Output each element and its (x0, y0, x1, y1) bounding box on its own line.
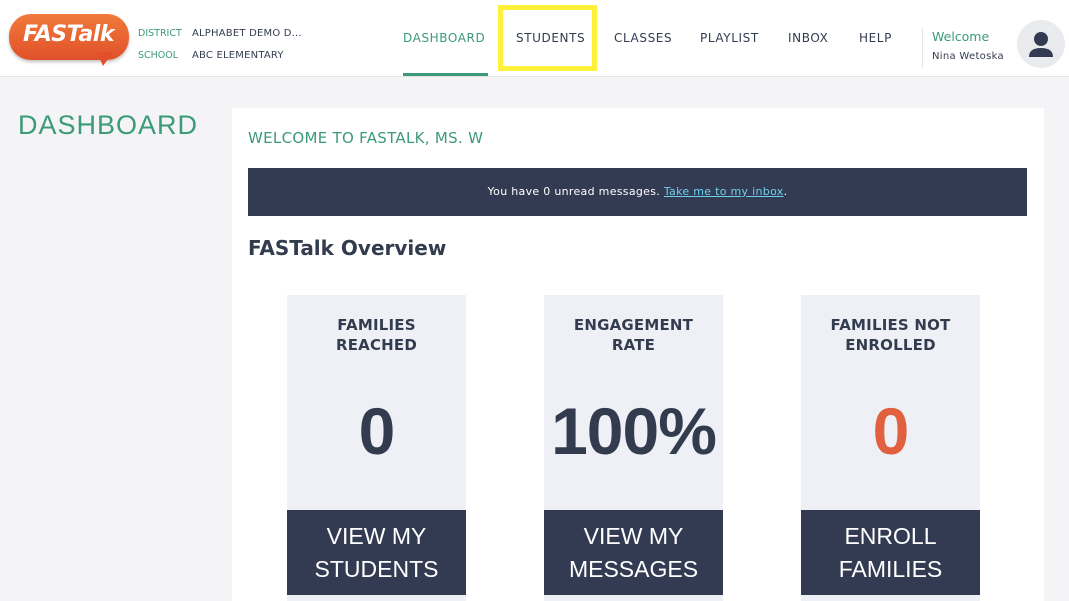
banner-text: You have 0 unread messages. (487, 185, 661, 198)
view-my-students-button[interactable]: VIEW MY STUDENTS (287, 510, 466, 595)
button-line2: STUDENTS (314, 556, 439, 582)
user-welcome: Welcome Nina Wetoska (922, 28, 1004, 68)
unread-messages-banner: You have 0 unread messages. Take me to m… (248, 168, 1027, 216)
stat-label-line2: REACHED (335, 336, 418, 354)
page-title: DASHBOARD (18, 110, 199, 140)
district-row: DISTRICT ALPHABET DEMO D... (138, 23, 302, 45)
nav-dashboard[interactable]: DASHBOARD (403, 31, 485, 45)
stat-label-line1: FAMILIES (337, 316, 416, 334)
district-label: DISTRICT (138, 28, 182, 39)
school-label: SCHOOL (138, 50, 179, 61)
avatar[interactable] (1017, 20, 1065, 68)
view-my-messages-button[interactable]: VIEW MY MESSAGES (544, 510, 723, 595)
active-nav-indicator (403, 73, 488, 76)
logo-speech-tail (97, 52, 113, 66)
button-line2: MESSAGES (568, 556, 699, 582)
button-line1: VIEW MY (583, 523, 684, 549)
stat-label-line2: ENROLLED (845, 336, 936, 354)
welcome-label: Welcome (932, 29, 990, 44)
overview-title: FASTalk Overview (248, 236, 447, 260)
stat-families-reached: FAMILIES REACHED 0 VIEW MY STUDENTS (287, 295, 466, 601)
nav-playlist[interactable]: PLAYLIST (700, 31, 759, 45)
nav-help[interactable]: HELP (859, 31, 892, 45)
stat-label: FAMILIES REACHED (287, 315, 466, 355)
user-icon (1029, 32, 1053, 57)
nav-inbox[interactable]: INBOX (788, 31, 828, 45)
stat-label: ENGAGEMENT RATE (544, 315, 723, 355)
stat-families-not-enrolled: FAMILIES NOT ENROLLED 0 ENROLL FAMILIES (801, 295, 980, 601)
school-row: SCHOOL ABC ELEMENTARY (138, 45, 302, 67)
dashboard-card: WELCOME TO FASTALK, MS. W You have 0 unr… (232, 108, 1044, 601)
welcome-heading: WELCOME TO FASTALK, MS. W (248, 129, 484, 147)
enroll-families-button[interactable]: ENROLL FAMILIES (801, 510, 980, 595)
button-line1: ENROLL (844, 523, 937, 549)
school-info: DISTRICT ALPHABET DEMO D... SCHOOL ABC ELE… (138, 23, 302, 67)
inbox-link[interactable]: Take me to my inbox (664, 185, 784, 198)
stat-label-line2: RATE (611, 336, 656, 354)
banner-suffix: . (783, 185, 788, 198)
stat-label-line1: FAMILIES NOT (830, 316, 951, 334)
stat-value: 0 (872, 394, 910, 468)
nav-classes[interactable]: CLASSES (614, 31, 672, 45)
school-value: ABC ELEMENTARY (192, 50, 284, 61)
stat-value: 0 (358, 394, 396, 468)
button-line2: FAMILIES (838, 556, 943, 582)
logo-text: FASTalk (23, 22, 114, 47)
stat-label-line1: ENGAGEMENT (573, 316, 694, 334)
stat-value: 100% (551, 394, 717, 468)
user-name: Nina Wetoska (932, 51, 1004, 62)
students-highlight-box (498, 5, 597, 71)
district-value: ALPHABET DEMO D... (192, 28, 302, 39)
fastalk-logo[interactable]: FASTalk (9, 14, 131, 68)
button-line1: VIEW MY (326, 523, 427, 549)
stat-engagement-rate: ENGAGEMENT RATE 100% VIEW MY MESSAGES (544, 295, 723, 601)
stat-label: FAMILIES NOT ENROLLED (801, 315, 980, 355)
